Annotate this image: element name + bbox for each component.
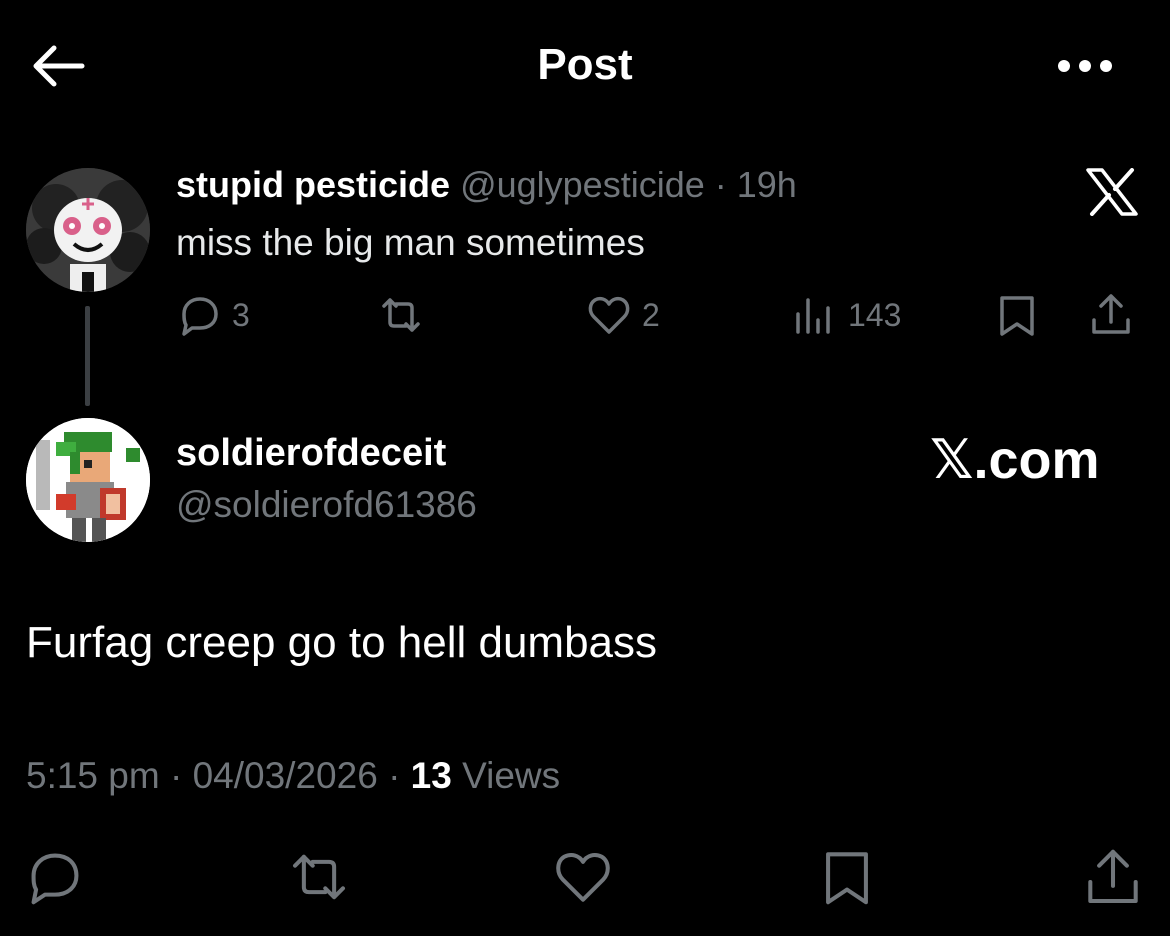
page-title: Post (537, 40, 633, 89)
reply-count: 3 (232, 296, 250, 333)
views-button[interactable]: 143 (792, 292, 901, 338)
views-count[interactable]: 13 (411, 755, 452, 796)
more-horizontal-icon (1058, 60, 1112, 72)
more-button[interactable] (1056, 54, 1114, 78)
author-name[interactable]: stupid pesticide (176, 164, 450, 205)
bookmark-icon (1000, 296, 1034, 336)
author-name[interactable]: soldierofdeceit (176, 432, 446, 475)
repost-icon (293, 854, 345, 900)
avatar[interactable] (26, 168, 150, 292)
bookmark-button[interactable] (818, 848, 876, 906)
repost-button[interactable] (378, 292, 424, 338)
avatar-image (26, 418, 150, 542)
separator: · (714, 164, 727, 205)
x-com-watermark: 𝕏.com (930, 430, 1100, 490)
share-icon (1092, 294, 1130, 334)
thread-line (85, 306, 90, 406)
like-button[interactable] (554, 848, 612, 906)
avatar[interactable] (26, 418, 150, 542)
reply-icon (182, 297, 218, 336)
share-button[interactable] (1088, 292, 1134, 338)
post-text: miss the big man sometimes (176, 222, 645, 263)
reply-button[interactable]: 3 (176, 292, 250, 338)
avatar-image (26, 168, 150, 292)
post-time[interactable]: 19h (737, 164, 797, 205)
reply-icon (31, 853, 79, 905)
reply-button[interactable] (26, 848, 84, 906)
repost-icon (382, 298, 420, 332)
heart-icon (556, 853, 610, 902)
bar-chart-icon (796, 298, 830, 334)
bookmark-button[interactable] (994, 292, 1040, 338)
separator: · (169, 755, 183, 796)
like-button[interactable]: 2 (586, 292, 660, 338)
like-count: 2 (642, 296, 660, 333)
post-date[interactable]: 04/03/2026 (193, 755, 378, 796)
views-label[interactable]: Views (462, 755, 560, 796)
separator: · (388, 755, 401, 796)
author-handle[interactable]: @uglypesticide (460, 164, 705, 205)
bookmark-icon (826, 852, 868, 905)
share-button[interactable] (1084, 848, 1142, 906)
share-icon (1088, 849, 1138, 903)
x-logo-icon (1086, 168, 1138, 216)
author-handle[interactable]: @soldierofd61386 (176, 484, 477, 526)
repost-button[interactable] (290, 848, 348, 906)
heart-icon (588, 296, 630, 334)
post-meta: 5:15 pm · 04/03/2026 · 13 Views (26, 755, 560, 797)
view-count: 143 (848, 296, 902, 333)
post-text: Furfag creep go to hell dumbass (26, 618, 658, 667)
post-time[interactable]: 5:15 pm (26, 755, 160, 796)
parent-post-header: stupid pesticide @uglypesticide · 19h (176, 164, 797, 206)
